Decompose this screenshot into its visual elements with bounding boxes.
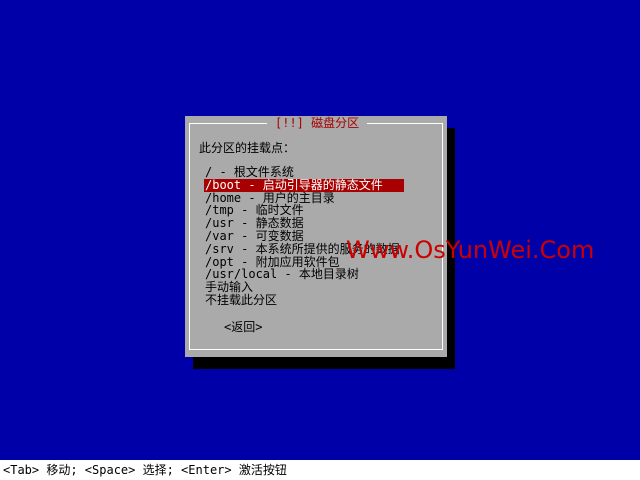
dialog-title: [!!] 磁盘分区 <box>267 116 368 130</box>
option-do-not-mount[interactable]: 不挂载此分区 <box>204 294 404 307</box>
back-button[interactable]: <返回> <box>224 320 262 334</box>
watermark-text: Www.OsYunWei.Com <box>346 236 595 264</box>
option-root[interactable]: / - 根文件系统 <box>204 166 404 179</box>
mount-point-prompt: 此分区的挂载点： <box>199 141 296 155</box>
status-bar: <Tab> 移动; <Space> 选择; <Enter> 激活按钮 <box>0 460 640 480</box>
option-boot[interactable]: /boot - 启动引导器的静态文件 <box>204 178 404 192</box>
